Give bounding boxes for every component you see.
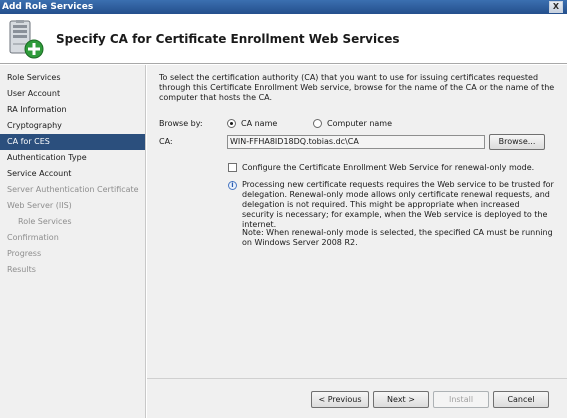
- note-text: Note: When renewal-only mode is selected…: [242, 228, 553, 247]
- wizard-content: To select the certification authority (C…: [147, 65, 567, 378]
- next-button[interactable]: Next >: [373, 391, 429, 408]
- nav-item-role-services[interactable]: Role Services: [0, 70, 145, 86]
- wizard-header: Specify CA for Certificate Enrollment We…: [0, 14, 567, 64]
- nav-item-server-auth-certificate: Server Authentication Certificate: [7, 185, 139, 194]
- nav-item-authentication-type[interactable]: Authentication Type: [0, 150, 145, 166]
- info-icon: i: [228, 181, 237, 190]
- nav-item-progress: Progress: [7, 249, 42, 258]
- renewal-only-checkbox[interactable]: [228, 163, 237, 172]
- browse-by-label: Browse by:: [159, 119, 203, 128]
- window-title: Add Role Services: [2, 2, 94, 12]
- nav-item-web-server-iis: Web Server (IIS): [7, 201, 72, 210]
- nav-item-cryptography[interactable]: Cryptography: [0, 118, 145, 134]
- server-add-icon: [9, 20, 44, 59]
- ca-field[interactable]: WIN-FFHA8ID18DQ.tobias.dc\CA: [227, 135, 485, 149]
- browse-button[interactable]: Browse...: [489, 134, 545, 150]
- install-button: Install: [433, 391, 489, 408]
- nav-item-iis-role-services: Role Services: [18, 217, 72, 226]
- info-text: Processing new certificate requests requ…: [242, 180, 554, 229]
- wizard-footer: < Previous Next > Install Cancel: [147, 378, 567, 418]
- ca-name-radio-label[interactable]: CA name: [241, 119, 277, 128]
- computer-name-radio-label[interactable]: Computer name: [327, 119, 392, 128]
- previous-button[interactable]: < Previous: [311, 391, 369, 408]
- ca-name-radio[interactable]: [227, 119, 236, 128]
- nav-item-confirmation: Confirmation: [7, 233, 59, 242]
- nav-item-user-account[interactable]: User Account: [0, 86, 145, 102]
- page-title: Specify CA for Certificate Enrollment We…: [56, 32, 400, 46]
- cancel-button[interactable]: Cancel: [493, 391, 549, 408]
- nav-item-ca-for-ces[interactable]: CA for CES: [0, 134, 145, 150]
- page-description: To select the certification authority (C…: [159, 73, 555, 102]
- nav-item-ra-information[interactable]: RA Information: [0, 102, 145, 118]
- nav-item-service-account[interactable]: Service Account: [0, 166, 145, 182]
- wizard-nav: Role Services User Account RA Informatio…: [0, 65, 146, 418]
- close-button[interactable]: X: [549, 1, 563, 13]
- renewal-only-label[interactable]: Configure the Certificate Enrollment Web…: [242, 163, 534, 172]
- window-titlebar: Add Role Services X: [0, 0, 567, 14]
- ca-label: CA:: [159, 137, 173, 146]
- nav-item-results: Results: [7, 265, 36, 274]
- computer-name-radio[interactable]: [313, 119, 322, 128]
